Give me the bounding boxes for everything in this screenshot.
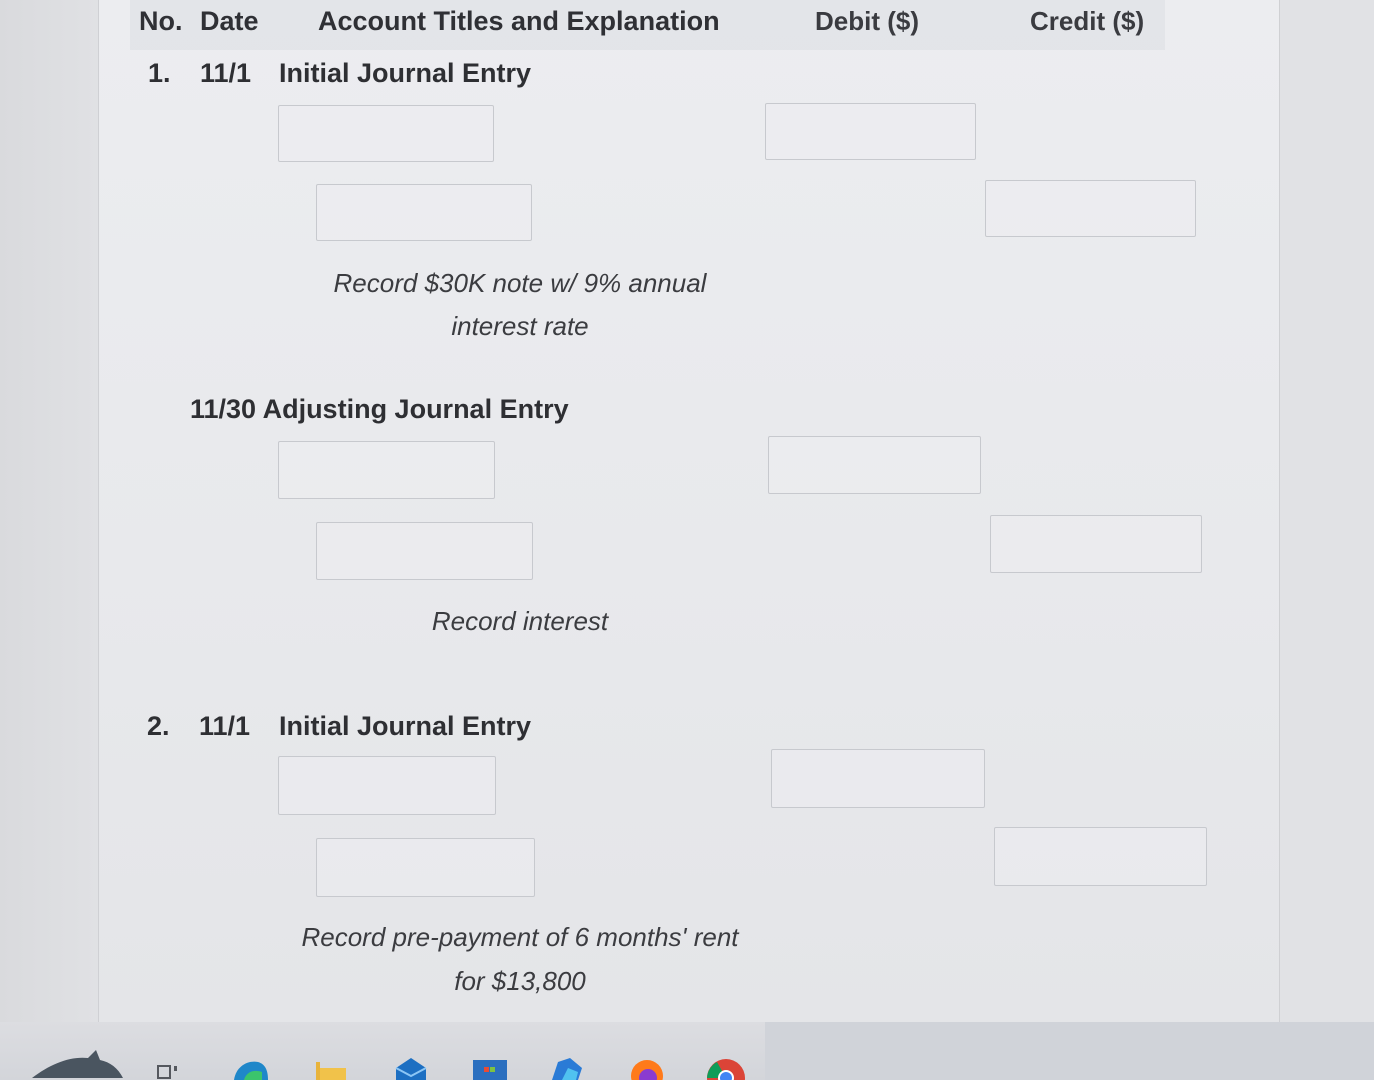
adjusting-debit-amount-input[interactable]: [768, 436, 981, 494]
firefox-icon[interactable]: [628, 1054, 666, 1080]
entry-2-explanation-line-2: for $13,800: [454, 966, 586, 996]
file-explorer-icon[interactable]: [316, 1054, 346, 1080]
entry-2-date: 11/1: [199, 711, 251, 741]
right-margin: [1280, 0, 1374, 1022]
header-credit: Credit ($): [1030, 6, 1145, 36]
header-account-titles: Account Titles and Explanation: [318, 6, 720, 36]
shark-wallpaper-icon: [32, 1050, 123, 1078]
app-icon[interactable]: [548, 1054, 586, 1080]
entry-1-title: Initial Journal Entry: [279, 58, 532, 88]
entry-2-credit-account-input[interactable]: [316, 838, 535, 897]
entry-1-credit-account-input[interactable]: [316, 184, 532, 241]
adjusting-explanation: Record interest: [431, 606, 609, 636]
store-icon[interactable]: [471, 1054, 509, 1080]
chrome-icon[interactable]: [705, 1054, 747, 1080]
entry-2-debit-account-input[interactable]: [278, 756, 496, 815]
edge-icon[interactable]: [232, 1054, 270, 1080]
entry-1-credit-amount-input[interactable]: [985, 180, 1196, 237]
entry-2-debit-amount-input[interactable]: [771, 749, 985, 808]
entry-1-number: 1.: [148, 58, 171, 88]
adjusting-debit-account-input[interactable]: [278, 441, 495, 499]
adjusting-entry-title: 11/30 Adjusting Journal Entry: [190, 394, 569, 424]
adjusting-credit-account-input[interactable]: [316, 522, 533, 580]
entry-1-explanation-line-2: interest rate: [451, 311, 589, 341]
taskbar-tray-area: [765, 1022, 1374, 1080]
task-view-icon[interactable]: [155, 1054, 181, 1080]
mail-icon[interactable]: [392, 1054, 430, 1080]
left-margin: [0, 0, 99, 1030]
header-no: No.: [139, 6, 183, 36]
header-date: Date: [200, 6, 259, 36]
entry-2-credit-amount-input[interactable]: [994, 827, 1207, 886]
entry-1-debit-amount-input[interactable]: [765, 103, 976, 160]
entry-1-debit-account-input[interactable]: [278, 105, 494, 162]
adjusting-credit-amount-input[interactable]: [990, 515, 1202, 573]
entry-1-date: 11/1: [200, 58, 252, 88]
entry-2-title: Initial Journal Entry: [279, 711, 532, 741]
entry-1-explanation-line-1: Record $30K note w/ 9% annual: [333, 268, 707, 298]
entry-2-explanation-line-1: Record pre-payment of 6 months' rent: [301, 922, 739, 952]
header-debit: Debit ($): [815, 6, 919, 36]
entry-2-number: 2.: [147, 711, 170, 741]
taskbar: [0, 1022, 1374, 1080]
